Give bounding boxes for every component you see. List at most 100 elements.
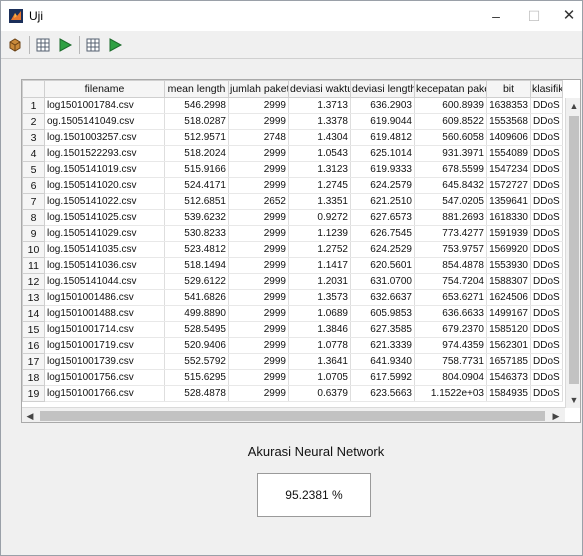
table-cell[interactable]: log1501001488.csv [44,305,165,322]
column-header[interactable]: bit [486,80,531,98]
scroll-right-icon[interactable]: ▶ [548,408,564,422]
table-cell[interactable]: 547.0205 [414,193,487,210]
row-number-cell[interactable]: 13 [22,289,45,306]
row-number-cell[interactable]: 8 [22,209,45,226]
table-cell[interactable]: 1588307 [486,273,531,290]
table-cell[interactable]: log.1501522293.csv [44,145,165,162]
table-cell[interactable]: 2999 [228,145,289,162]
table-cell[interactable]: log.1505141044.csv [44,273,165,290]
table-cell[interactable]: 1657185 [486,353,531,370]
table-cell[interactable]: 627.3585 [350,321,415,338]
table-cell[interactable]: 2999 [228,225,289,242]
scroll-down-icon[interactable]: ▼ [566,392,580,408]
horizontal-scroll-thumb[interactable] [40,411,545,421]
table-cell[interactable]: 623.5663 [350,385,415,402]
table-cell[interactable]: 2999 [228,161,289,178]
row-number-cell[interactable]: 7 [22,193,45,210]
table-cell[interactable]: DDoS [530,193,563,210]
table-cell[interactable]: 1562301 [486,337,531,354]
results-table-panel[interactable]: filename mean length jumlah paket deviasi w… [21,79,581,423]
table-cell[interactable]: 524.4171 [164,177,229,194]
table-cell[interactable]: 632.6637 [350,289,415,306]
table-cell[interactable]: 1553568 [486,113,531,130]
row-number-cell[interactable]: 17 [22,353,45,370]
column-header[interactable]: klasifika [530,80,563,98]
table-cell[interactable]: 600.8939 [414,97,487,114]
vertical-scroll-thumb[interactable] [569,116,579,384]
row-number-cell[interactable]: 3 [22,129,45,146]
column-header[interactable]: kecepatan paket [414,80,487,98]
table-cell[interactable]: DDoS [530,257,563,274]
table-row[interactable]: 6 log.1505141020.csv 524.4171 2999 1.2745 624… [22,177,563,194]
table-cell[interactable]: 1553930 [486,257,531,274]
table-cell[interactable]: 609.8522 [414,113,487,130]
table-cell[interactable]: 515.6295 [164,369,229,386]
table-cell[interactable]: 2999 [228,241,289,258]
table-cell[interactable]: 621.3339 [350,337,415,354]
table-cell[interactable]: 0.6379 [288,385,351,402]
table-cell[interactable]: 1.0689 [288,305,351,322]
column-header[interactable]: jumlah paket [228,80,289,98]
table-cell[interactable]: 1.1522e+03 [414,385,487,402]
scroll-up-icon[interactable]: ▲ [566,98,580,114]
table-cell[interactable]: 931.3971 [414,145,487,162]
column-header[interactable]: deviasi length [350,80,415,98]
table-cell[interactable]: 753.9757 [414,241,487,258]
scroll-left-icon[interactable]: ◀ [22,408,38,422]
table-cell[interactable]: 499.8890 [164,305,229,322]
table-cell[interactable]: DDoS [530,289,563,306]
table-cell[interactable]: log.1505141020.csv [44,177,165,194]
table-cell[interactable]: 1.3846 [288,321,351,338]
table-row[interactable]: 8 log.1505141025.csv 539.6232 2999 0.9272 627… [22,209,563,226]
table-cell[interactable]: 636.2903 [350,97,415,114]
table-cell[interactable]: DDoS [530,369,563,386]
table-cell[interactable]: 624.2579 [350,177,415,194]
table-cell[interactable]: 552.5792 [164,353,229,370]
table-cell[interactable]: DDoS [530,113,563,130]
table-row[interactable]: 14 log1501001488.csv 499.8890 2999 1.0689 605… [22,305,563,322]
title-bar[interactable]: Uji – ☐ ✕ [1,1,582,31]
table-row[interactable]: 4 log.1501522293.csv 518.2024 2999 1.0543 625… [22,145,563,162]
table-cell[interactable]: 1.2031 [288,273,351,290]
table-cell[interactable]: 631.0700 [350,273,415,290]
table-cell[interactable]: 2652 [228,193,289,210]
table-cell[interactable]: 1.2752 [288,241,351,258]
table-cell[interactable]: 626.7545 [350,225,415,242]
table-cell[interactable]: DDoS [530,241,563,258]
row-number-header[interactable] [22,80,45,98]
table-cell[interactable]: 2999 [228,209,289,226]
open-icon[interactable] [7,37,23,53]
table-cell[interactable]: 2999 [228,353,289,370]
table-cell[interactable]: DDoS [530,305,563,322]
row-number-cell[interactable]: 15 [22,321,45,338]
table-cell[interactable]: 854.4878 [414,257,487,274]
row-number-cell[interactable]: 6 [22,177,45,194]
table-cell[interactable]: 1.1417 [288,257,351,274]
table-cell[interactable]: 641.9340 [350,353,415,370]
table-cell[interactable]: 1584935 [486,385,531,402]
table-row[interactable]: 2 og.1505141049.csv 518.0287 2999 1.3378 619.… [22,113,563,130]
table-cell[interactable]: 1618330 [486,209,531,226]
table-cell[interactable]: 1.0705 [288,369,351,386]
table-cell[interactable]: 546.2998 [164,97,229,114]
table-cell[interactable]: log.1505141029.csv [44,225,165,242]
table-row[interactable]: 17 log1501001739.csv 552.5792 2999 1.3641 641… [22,353,563,370]
table-cell[interactable]: 679.2370 [414,321,487,338]
table-cell[interactable]: 636.6633 [414,305,487,322]
table-cell[interactable]: 539.6232 [164,209,229,226]
table-cell[interactable]: log1501001766.csv [44,385,165,402]
table-cell[interactable]: DDoS [530,129,563,146]
table-cell[interactable]: 1.3573 [288,289,351,306]
table-cell[interactable]: log1501001719.csv [44,337,165,354]
table-cell[interactable]: log.1505141022.csv [44,193,165,210]
table-cell[interactable]: 512.6851 [164,193,229,210]
table-cell[interactable]: 1.0543 [288,145,351,162]
table-cell[interactable]: DDoS [530,321,563,338]
table-cell[interactable]: 653.6271 [414,289,487,306]
table-cell[interactable]: DDoS [530,273,563,290]
table-cell[interactable]: 645.8432 [414,177,487,194]
table-cell[interactable]: 518.0287 [164,113,229,130]
column-header[interactable]: deviasi waktu [288,80,351,98]
table-cell[interactable]: 1.3351 [288,193,351,210]
table-row[interactable]: 13 log1501001486.csv 541.6826 2999 1.3573 632… [22,289,563,306]
